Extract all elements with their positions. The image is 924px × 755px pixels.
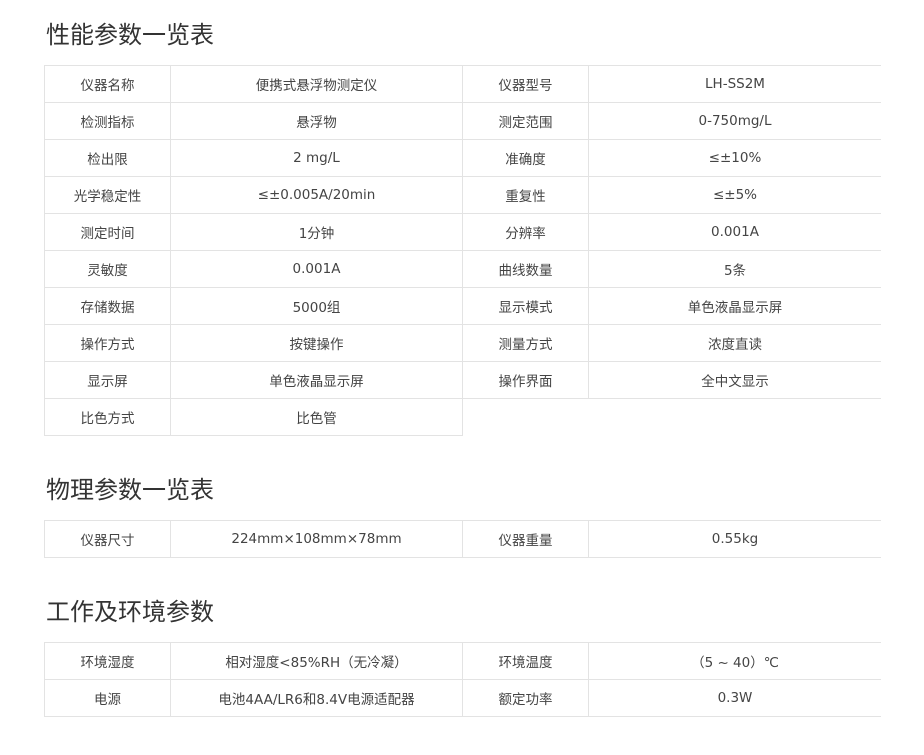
table-row: 环境湿度 相对湿度<85%RH（无冷凝） 环境温度 （5 ~ 40）℃ (44, 642, 881, 680)
param-value: 电池4AA/LR6和8.4V电源适配器 (170, 679, 463, 717)
param-value: 1分钟 (170, 213, 463, 251)
param-value: 相对湿度<85%RH（无冷凝） (170, 642, 463, 680)
environment-table-body: 环境湿度 相对湿度<85%RH（无冷凝） 环境温度 （5 ~ 40）℃ 电源 电池4AA/… (44, 642, 881, 717)
param-label: 显示屏 (44, 361, 171, 399)
table-row: 操作方式 按键操作 测量方式 浓度直读 (44, 324, 881, 362)
physical-table-body: 仪器尺寸 224mm×108mm×78mm 仪器重量 0.55kg (44, 520, 881, 558)
param-value: ≤±10% (588, 139, 881, 177)
table-row: 仪器尺寸 224mm×108mm×78mm 仪器重量 0.55kg (44, 520, 881, 558)
param-value: 便携式悬浮物测定仪 (170, 65, 463, 103)
table-row: 存储数据 5000组 显示模式 单色液晶显示屏 (44, 287, 881, 325)
performance-table-body: 仪器名称 便携式悬浮物测定仪 仪器型号 LH-SS2M 检测指标 悬浮物 测定范围 0-750… (44, 65, 881, 436)
param-label: 额定功率 (462, 679, 589, 717)
param-label: 测定时间 (44, 213, 171, 251)
table-row: 检出限 2 mg/L 准确度 ≤±10% (44, 139, 881, 177)
table-row: 光学稳定性 ≤±0.005A/20min 重复性 ≤±5% (44, 176, 881, 214)
param-value: 全中文显示 (588, 361, 881, 399)
param-label: 测定范围 (462, 102, 589, 140)
empty-cell (462, 398, 589, 436)
param-value: 单色液晶显示屏 (170, 361, 463, 399)
param-value: 0-750mg/L (588, 102, 881, 140)
table-row: 检测指标 悬浮物 测定范围 0-750mg/L (44, 102, 881, 140)
section-title-environment: 工作及环境参数 (46, 598, 214, 626)
table-row: 显示屏 单色液晶显示屏 操作界面 全中文显示 (44, 361, 881, 399)
table-row: 比色方式 比色管 (44, 398, 881, 436)
param-value: ≤±5% (588, 176, 881, 214)
param-label: 重复性 (462, 176, 589, 214)
empty-cell (588, 398, 881, 436)
param-value: 2 mg/L (170, 139, 463, 177)
param-label: 仪器重量 (462, 520, 589, 558)
param-value: 0.001A (170, 250, 463, 288)
param-value: 5000组 (170, 287, 463, 325)
section-title-physical: 物理参数一览表 (46, 476, 214, 504)
param-label: 环境湿度 (44, 642, 171, 680)
param-label: 测量方式 (462, 324, 589, 362)
table-row: 灵敏度 0.001A 曲线数量 5条 (44, 250, 881, 288)
param-label: 检出限 (44, 139, 171, 177)
param-value: 比色管 (170, 398, 463, 436)
table-row: 仪器名称 便携式悬浮物测定仪 仪器型号 LH-SS2M (44, 65, 881, 103)
table-row: 测定时间 1分钟 分辨率 0.001A (44, 213, 881, 251)
param-label: 操作界面 (462, 361, 589, 399)
param-value: 5条 (588, 250, 881, 288)
param-label: 曲线数量 (462, 250, 589, 288)
param-value: LH-SS2M (588, 65, 881, 103)
param-label: 仪器型号 (462, 65, 589, 103)
param-value: 0.55kg (588, 520, 881, 558)
param-value: ≤±0.005A/20min (170, 176, 463, 214)
param-label: 检测指标 (44, 102, 171, 140)
param-label: 光学稳定性 (44, 176, 171, 214)
param-label: 存储数据 (44, 287, 171, 325)
physical-spec-table: 仪器尺寸 224mm×108mm×78mm 仪器重量 0.55kg (44, 520, 881, 558)
param-value: 0.001A (588, 213, 881, 251)
param-label: 环境温度 (462, 642, 589, 680)
performance-spec-table: 仪器名称 便携式悬浮物测定仪 仪器型号 LH-SS2M 检测指标 悬浮物 测定范围 0-750… (44, 65, 881, 436)
section-title-performance: 性能参数一览表 (46, 21, 214, 49)
environment-spec-table: 环境湿度 相对湿度<85%RH（无冷凝） 环境温度 （5 ~ 40）℃ 电源 电池4AA/… (44, 642, 881, 717)
param-value: 单色液晶显示屏 (588, 287, 881, 325)
param-label: 显示模式 (462, 287, 589, 325)
param-value: （5 ~ 40）℃ (588, 642, 881, 680)
param-value: 224mm×108mm×78mm (170, 520, 463, 558)
param-label: 灵敏度 (44, 250, 171, 288)
param-label: 准确度 (462, 139, 589, 177)
param-value: 按键操作 (170, 324, 463, 362)
param-value: 浓度直读 (588, 324, 881, 362)
param-label: 仪器尺寸 (44, 520, 171, 558)
param-label: 电源 (44, 679, 171, 717)
param-label: 比色方式 (44, 398, 171, 436)
param-label: 仪器名称 (44, 65, 171, 103)
param-value: 0.3W (588, 679, 881, 717)
param-value: 悬浮物 (170, 102, 463, 140)
table-row: 电源 电池4AA/LR6和8.4V电源适配器 额定功率 0.3W (44, 679, 881, 717)
param-label: 分辨率 (462, 213, 589, 251)
param-label: 操作方式 (44, 324, 171, 362)
